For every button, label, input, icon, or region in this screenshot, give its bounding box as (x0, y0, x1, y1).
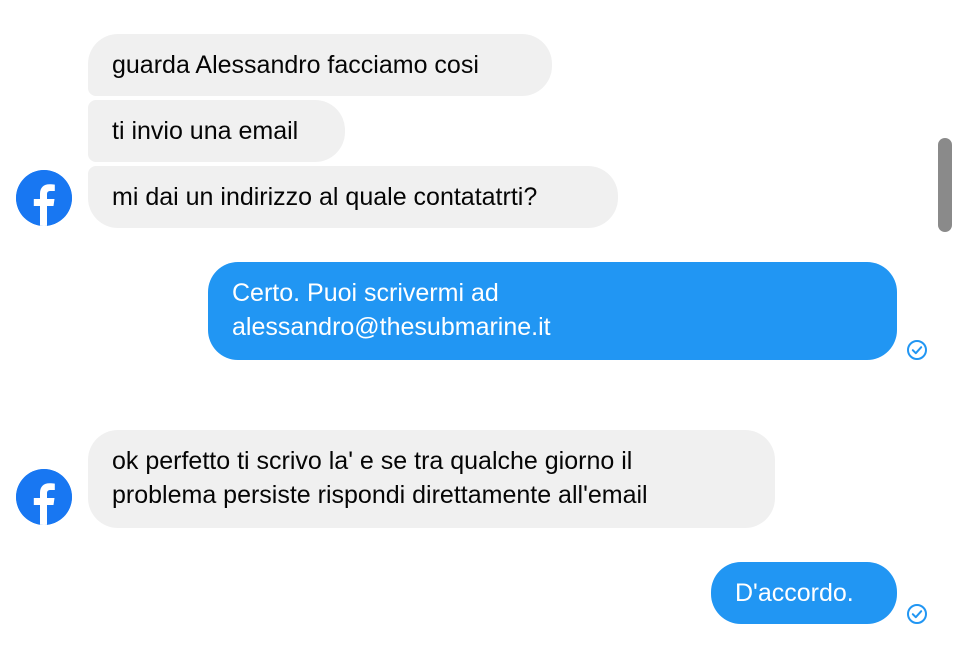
message-text: guarda Alessandro facciamo cosi (112, 51, 479, 79)
scrollbar-thumb[interactable] (938, 138, 952, 232)
incoming-message[interactable]: guarda Alessandro facciamo cosi (88, 34, 552, 96)
message-thread: guarda Alessandro facciamo cosi ti invio… (0, 0, 958, 670)
message-text-line: ok perfetto ti scrivo la' e se tra qualc… (112, 447, 633, 475)
sender-avatar[interactable] (16, 170, 72, 226)
outgoing-message[interactable]: D'accordo. (711, 562, 897, 624)
sent-check-icon (907, 604, 927, 624)
message-text: ti invio una email (112, 117, 299, 145)
outgoing-message[interactable]: Certo. Puoi scrivermi ad alessandro@thes… (208, 262, 897, 360)
message-text-line: problema persiste rispondi direttamente … (112, 481, 648, 509)
facebook-logo-icon (16, 170, 72, 226)
message-text-line: Certo. Puoi scrivermi ad (232, 279, 499, 307)
facebook-logo-icon (16, 469, 72, 525)
incoming-message[interactable]: ti invio una email (88, 100, 345, 162)
incoming-message[interactable]: ok perfetto ti scrivo la' e se tra qualc… (88, 430, 775, 528)
message-text: mi dai un indirizzo al quale contatatrti… (112, 183, 538, 211)
message-text-line: alessandro@thesubmarine.it (232, 313, 551, 341)
message-text: D'accordo. (735, 579, 854, 607)
sent-check-icon (907, 340, 927, 360)
incoming-message[interactable]: mi dai un indirizzo al quale contatatrti… (88, 166, 618, 228)
sender-avatar[interactable] (16, 469, 72, 525)
